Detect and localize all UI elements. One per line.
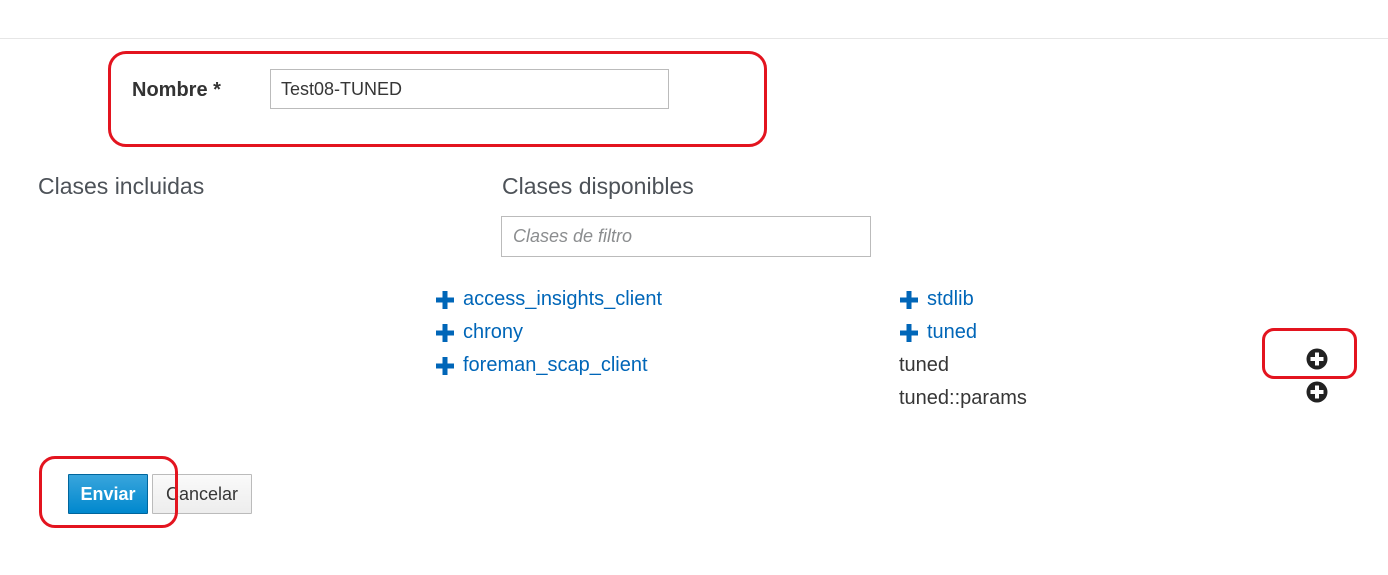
class-group-item: foreman_scap_client bbox=[435, 349, 662, 382]
class-group-link[interactable]: stdlib bbox=[899, 288, 974, 311]
class-group-label: chrony bbox=[463, 321, 524, 343]
plus-icon bbox=[900, 323, 918, 342]
plus-icon bbox=[900, 290, 918, 309]
available-classes-heading: Clases disponibles bbox=[502, 173, 694, 199]
plus-icon bbox=[436, 323, 454, 342]
add-class-button[interactable] bbox=[1306, 381, 1328, 403]
class-group-link[interactable]: foreman_scap_client bbox=[435, 354, 648, 377]
available-classes-list-right: stdlib tuned tuned tuned::params bbox=[899, 283, 1027, 415]
top-divider bbox=[0, 38, 1388, 39]
class-group-item: chrony bbox=[435, 316, 662, 349]
submit-button[interactable]: Enviar bbox=[68, 474, 148, 514]
class-item: tuned bbox=[899, 349, 1027, 382]
name-input[interactable] bbox=[270, 69, 669, 109]
plus-icon bbox=[436, 290, 454, 309]
class-group-label: stdlib bbox=[927, 288, 974, 310]
plus-icon bbox=[436, 356, 454, 375]
add-class-button[interactable] bbox=[1306, 348, 1328, 370]
cancel-button[interactable]: Cancelar bbox=[152, 474, 252, 514]
class-item: tuned::params bbox=[899, 382, 1027, 415]
class-group-link[interactable]: tuned bbox=[899, 321, 977, 344]
class-group-label: tuned bbox=[927, 321, 978, 343]
class-group-item: access_insights_client bbox=[435, 283, 662, 316]
class-group-label: access_insights_client bbox=[463, 288, 662, 310]
class-group-item: stdlib bbox=[899, 283, 1027, 316]
class-group-label: foreman_scap_client bbox=[463, 354, 648, 376]
class-label: tuned::params bbox=[899, 387, 1027, 409]
class-filter-input[interactable] bbox=[501, 216, 871, 257]
class-label: tuned bbox=[899, 354, 950, 376]
available-classes-list-left: access_insights_client chrony foreman_sc… bbox=[435, 283, 662, 382]
included-classes-heading: Clases incluidas bbox=[38, 173, 205, 199]
class-group-link[interactable]: access_insights_client bbox=[435, 288, 662, 311]
class-group-item: tuned bbox=[899, 316, 1027, 349]
class-group-link[interactable]: chrony bbox=[435, 321, 523, 344]
name-label: Nombre * bbox=[132, 79, 221, 101]
